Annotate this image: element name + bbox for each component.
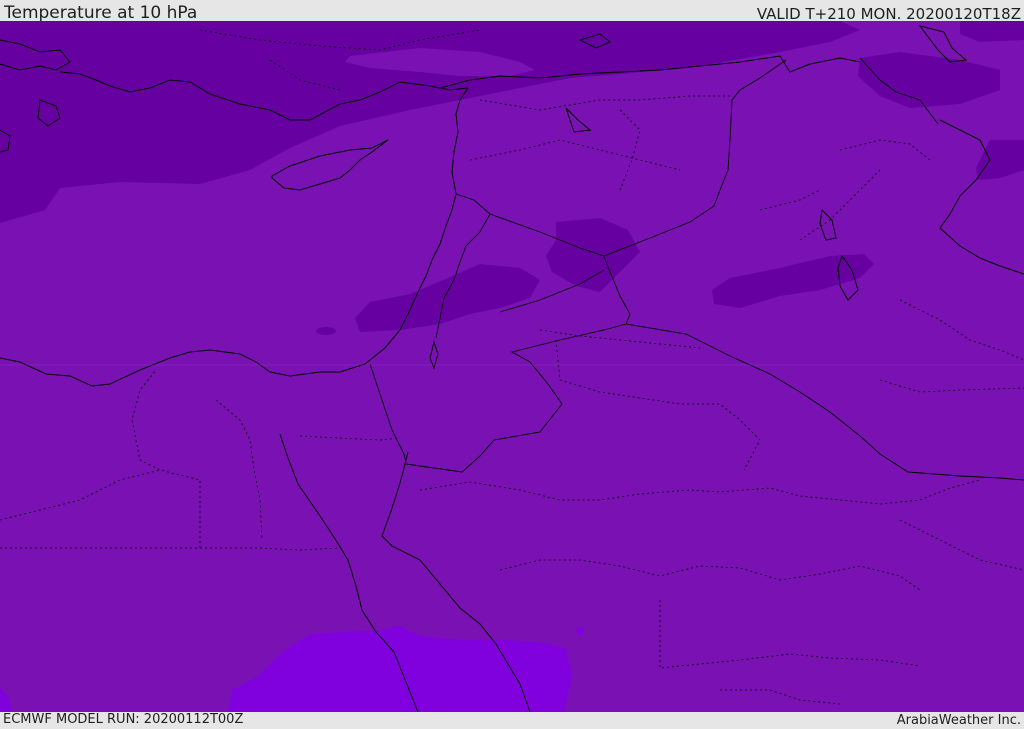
model-run-label: ECMWF MODEL RUN: 20200112T00Z: [3, 712, 244, 727]
header-bar: Temperature at 10 hPa VALID T+210 MON. 2…: [0, 0, 1024, 23]
map-canvas: [0, 21, 1024, 712]
map-title: Temperature at 10 hPa: [4, 3, 198, 23]
credit-label: ArabiaWeather Inc.: [896, 713, 1021, 728]
cold-spot-sea: [316, 327, 336, 335]
temperature-map[interactable]: [0, 21, 1024, 712]
footer-bar: ECMWF MODEL RUN: 20200112T00Z ArabiaWeat…: [0, 712, 1024, 729]
warm-spot: [576, 627, 584, 635]
